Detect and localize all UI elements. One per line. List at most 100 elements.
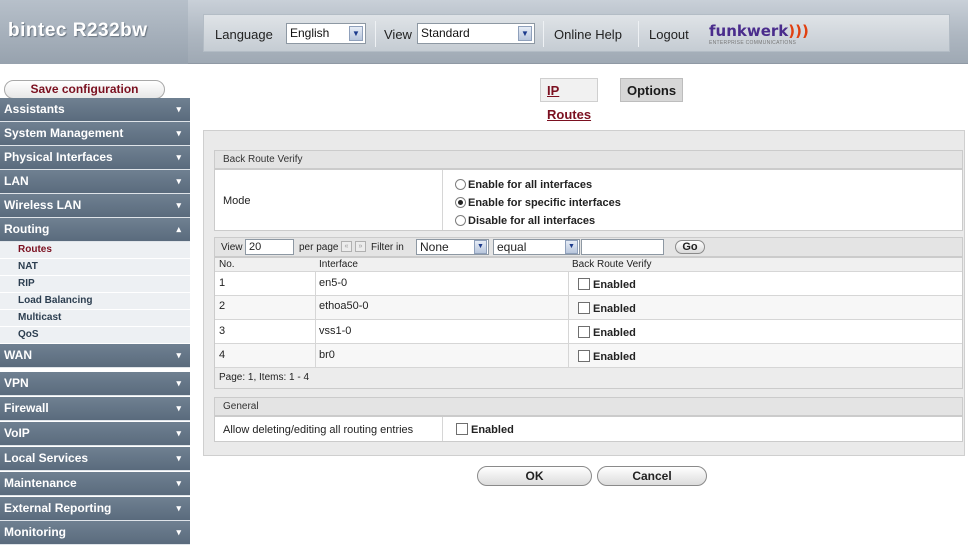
checkbox-label: Enabled [593,327,636,339]
options-panel: Back Route Verify Mode Enable for all in… [203,130,965,486]
row-interface: en5-0 [319,277,348,289]
row-number: 3 [219,325,226,337]
filter-value-input[interactable] [581,239,664,255]
sidebar-item-assistants[interactable]: Assistants ▾ [0,98,190,122]
sidebar-item-label: WAN [4,348,32,362]
sidebar-item-routing[interactable]: Routing ▴ [0,218,190,242]
sidebar-subitem-qos[interactable]: QoS [0,327,190,344]
previous-page-icon[interactable]: « [341,241,352,252]
sidebar-subitem-load-balancing[interactable]: Load Balancing [0,293,190,310]
mode-box: Mode Enable for all interfaces Enable fo… [214,169,963,231]
mode-label: Mode [223,195,251,207]
chevron-down-icon: ▾ [176,152,181,162]
sidebar-item-label: Local Services [4,451,89,465]
sidebar-item-system-management[interactable]: System Management ▾ [0,122,190,146]
sidebar-item-wan[interactable]: WAN ▾ [0,344,190,368]
sidebar-item-voip[interactable]: VoIP ▾ [0,422,190,446]
back-route-verify-header: Back Route Verify [214,150,963,169]
radio-enable-all-label[interactable]: Enable for all interfaces [468,179,592,191]
view-label: View [384,27,412,42]
checkbox-label: Enabled [593,351,636,363]
radio-enable-all[interactable] [455,179,466,190]
column-divider [442,417,443,441]
chevron-down-icon: ▾ [176,128,181,138]
logo-waves-icon: ))) [788,22,809,40]
sidebar-subitem-routes[interactable]: Routes [0,242,190,259]
logout-link[interactable]: Logout [649,27,689,42]
radio-disable-all-label[interactable]: Disable for all interfaces [468,215,595,227]
save-configuration-button[interactable]: Save configuration [4,80,165,99]
chevron-down-icon: ▼ [565,240,578,254]
toolbar-divider [375,21,376,47]
ok-button[interactable]: OK [477,466,592,486]
pagination-row: Page: 1, Items: 1 - 4 [215,368,962,388]
per-page-input[interactable]: 20 [245,239,294,255]
filter-field-select[interactable]: None ▼ [416,239,489,255]
toolbar-divider [543,21,544,47]
chevron-down-icon: ▾ [176,350,181,360]
page-info: Page: 1, Items: 1 - 4 [219,372,310,383]
radio-enable-specific-label[interactable]: Enable for specific interfaces [468,197,621,209]
sidebar-item-label: System Management [4,126,124,140]
allow-deleting-checkbox[interactable] [456,423,468,435]
radio-disable-all[interactable] [455,215,466,226]
go-button[interactable]: Go [675,240,705,254]
back-route-verify-checkbox[interactable] [578,302,590,314]
filter-in-label: Filter in [371,242,404,253]
online-help-link[interactable]: Online Help [554,27,622,42]
sidebar-item-label: Assistants [4,102,65,116]
chevron-down-icon: ▾ [176,403,181,413]
language-label: Language [215,27,273,42]
language-select[interactable]: English ▼ [286,23,366,44]
sidebar-subitem-multicast[interactable]: Multicast [0,310,190,327]
sidebar-item-label: External Reporting [4,501,112,515]
sidebar-item-firewall[interactable]: Firewall ▾ [0,397,190,421]
sidebar-item-monitoring[interactable]: Monitoring ▾ [0,521,190,545]
chevron-down-icon: ▾ [176,176,181,186]
sidebar-item-label: Routing [4,222,50,236]
per-page-label: per page [299,242,339,253]
sidebar-item-label: Wireless LAN [4,198,82,212]
top-toolbar: Language English ▼ View Standard ▼ Onlin… [203,14,950,52]
sidebar-item-wireless-lan[interactable]: Wireless LAN ▾ [0,194,190,218]
tab-ip-routes[interactable]: IP Routes [540,78,599,122]
row-interface: br0 [319,349,335,361]
sidebar-item-local-services[interactable]: Local Services ▾ [0,447,190,471]
sidebar-item-external-reporting[interactable]: External Reporting ▾ [0,497,190,521]
general-box: Allow deleting/editing all routing entri… [214,416,963,442]
sidebar-item-label: Monitoring [4,525,66,539]
language-value: English [290,26,330,40]
next-page-icon[interactable]: » [355,241,366,252]
logo-subtitle: ENTERPRISE COMMUNICATIONS [709,40,797,46]
sidebar-item-vpn[interactable]: VPN ▾ [0,372,190,396]
view-count-label: View [221,242,243,253]
tab-options[interactable]: Options [620,78,684,102]
back-route-verify-checkbox[interactable] [578,326,590,338]
cancel-button[interactable]: Cancel [597,466,707,486]
allow-deleting-label: Allow deleting/editing all routing entri… [223,424,414,436]
view-select[interactable]: Standard ▼ [417,23,535,44]
filter-operator-select[interactable]: equal ▼ [493,239,580,255]
row-number: 2 [219,300,226,312]
back-route-verify-checkbox[interactable] [578,350,590,362]
chevron-down-icon: ▼ [474,240,487,254]
sidebar-subitem-nat[interactable]: NAT [0,259,190,276]
device-name: bintec R232bw [8,20,148,41]
back-route-verify-checkbox[interactable] [578,278,590,290]
sidebar-item-lan[interactable]: LAN ▾ [0,170,190,194]
logo-text: funkwerk [709,22,789,40]
chevron-down-icon: ▾ [176,104,181,114]
sidebar-subitem-rip[interactable]: RIP [0,276,190,293]
sidebar-item-physical-interfaces[interactable]: Physical Interfaces ▾ [0,146,190,170]
checkbox-label: Enabled [593,279,636,291]
radio-enable-specific[interactable] [455,197,466,208]
row-number: 4 [219,349,226,361]
header-bar: bintec R232bw Language English ▼ View St… [0,0,968,64]
column-divider [442,170,443,230]
chevron-down-icon: ▾ [176,378,181,388]
table-header-row: No. Interface Back Route Verify [215,258,962,271]
filter-bar: View 20 per page « » Filter in None ▼ eq… [214,237,963,257]
table-row: 2 ethoa50-0 Enabled [215,296,962,319]
sidebar-item-maintenance[interactable]: Maintenance ▾ [0,472,190,496]
chevron-down-icon: ▾ [176,453,181,463]
